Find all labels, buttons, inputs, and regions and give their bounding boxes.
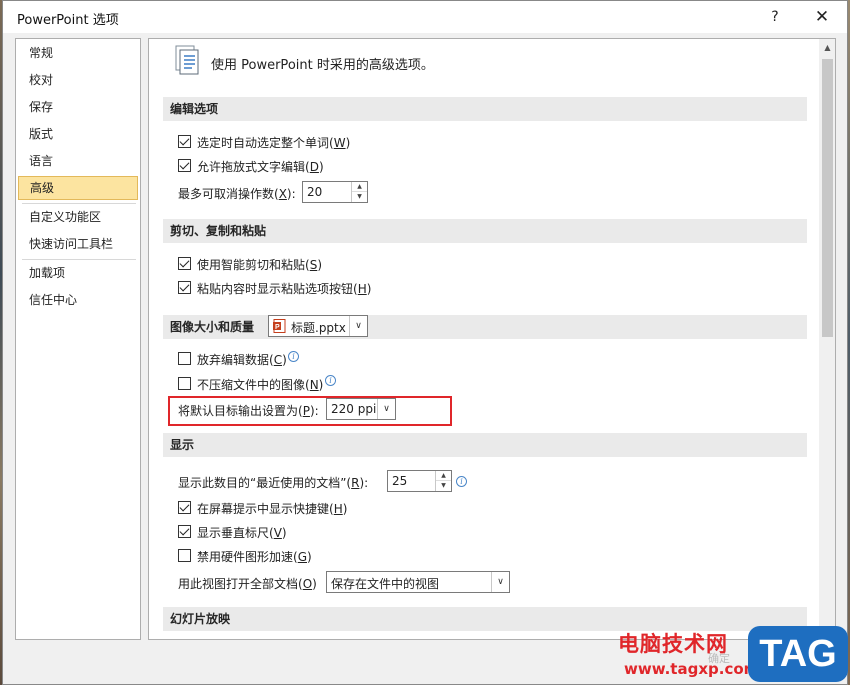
discard-edit-data-label: 放弃编辑数据(C) — [197, 353, 287, 367]
nav-item-proofing[interactable]: 校对 — [18, 68, 138, 92]
nav-item-general[interactable]: 常规 — [18, 41, 138, 65]
chevron-down-icon[interactable]: ∨ — [349, 316, 367, 336]
paste-options-button-label: 粘贴内容时显示粘贴选项按钮(H) — [197, 282, 372, 296]
category-nav: 常规 校对 保存 版式 语言 高级 自定义功能区 快速访问工具栏 加载项 信任中… — [15, 38, 141, 640]
watermark-site-name: 电脑技术网 — [618, 632, 728, 656]
scroll-thumb[interactable] — [822, 59, 833, 337]
recent-docs-count-label: 显示此数目的“最近使用的文档”(R): — [178, 476, 369, 490]
disable-hardware-acceleration-label: 禁用硬件图形加速(G) — [197, 550, 312, 564]
title-bar: PowerPoint 选项 ? ✕ — [3, 1, 847, 33]
open-view-select[interactable]: 保存在文件中的视图 ∨ — [326, 571, 510, 593]
smart-cut-paste-checkbox[interactable] — [178, 257, 191, 270]
section-display: 显示 — [163, 433, 807, 457]
show-shortcut-keys-label: 在屏幕提示中显示快捷键(H) — [197, 502, 348, 516]
spin-down-icon[interactable]: ▼ — [436, 481, 451, 491]
recent-docs-count-value[interactable]: 25 — [392, 474, 407, 488]
nav-item-customize-ribbon[interactable]: 自定义功能区 — [18, 205, 138, 229]
nav-item-layout[interactable]: 版式 — [18, 122, 138, 146]
disable-hardware-acceleration-checkbox[interactable] — [178, 549, 191, 562]
max-undo-value[interactable]: 20 — [307, 185, 322, 199]
close-button[interactable]: ✕ — [805, 4, 839, 30]
nav-item-trust-center[interactable]: 信任中心 — [18, 288, 138, 312]
powerpoint-options-dialog: PowerPoint 选项 ? ✕ 常规 校对 保存 版式 语言 高级 自定义功… — [2, 0, 848, 685]
pptx-file-icon: P — [273, 319, 286, 333]
help-button[interactable]: ? — [761, 5, 789, 29]
spin-down-icon[interactable]: ▼ — [352, 192, 367, 202]
nav-divider — [22, 259, 136, 260]
watermark-url: www.tagxp.com — [624, 660, 760, 678]
pane-header-text: 使用 PowerPoint 时采用的高级选项。 — [211, 58, 434, 73]
scroll-up-arrow-icon[interactable]: ▲ — [819, 39, 835, 56]
vertical-scrollbar[interactable]: ▲ — [819, 39, 835, 639]
nav-item-quick-access-toolbar[interactable]: 快速访问工具栏 — [18, 232, 138, 256]
spin-up-icon[interactable]: ▲ — [352, 182, 367, 192]
select-whole-word-checkbox[interactable] — [178, 135, 191, 148]
select-whole-word-label: 选定时自动选定整个单词(W) — [197, 136, 351, 150]
window-title: PowerPoint 选项 — [17, 13, 119, 28]
svg-text:P: P — [275, 324, 280, 331]
info-icon[interactable]: i — [325, 375, 336, 386]
open-view-label: 用此视图打开全部文档(O) — [178, 577, 317, 591]
paste-options-button-checkbox[interactable] — [178, 281, 191, 294]
nav-item-add-ins[interactable]: 加载项 — [18, 261, 138, 285]
highlight-annotation — [168, 396, 452, 426]
chevron-down-icon[interactable]: ∨ — [491, 572, 509, 592]
options-document-icon — [175, 45, 199, 75]
section-editing-options: 编辑选项 — [163, 97, 807, 121]
drag-drop-text-label: 允许拖放式文字编辑(D) — [197, 160, 324, 174]
max-undo-spinner[interactable]: 20 ▲ ▼ — [302, 181, 368, 203]
image-file-select[interactable]: P 标题.pptx ∨ — [268, 315, 368, 337]
vertical-ruler-label: 显示垂直标尺(V) — [197, 526, 287, 540]
nav-item-advanced[interactable]: 高级 — [18, 176, 138, 200]
spin-up-icon[interactable]: ▲ — [436, 471, 451, 481]
section-cut-copy-paste: 剪切、复制和粘贴 — [163, 219, 807, 243]
section-image-size-quality: 图像大小和质量 — [163, 315, 807, 339]
recent-docs-count-spinner[interactable]: 25 ▲ ▼ — [387, 470, 452, 492]
info-icon[interactable]: i — [288, 351, 299, 362]
advanced-options-pane: ▲ 使用 PowerPoint 时采用的高级选项。 编辑选项 选定时自动选定整个… — [148, 38, 836, 640]
vertical-ruler-checkbox[interactable] — [178, 525, 191, 538]
open-view-value: 保存在文件中的视图 — [331, 577, 440, 591]
nav-divider — [22, 203, 136, 204]
image-file-name: 标题.pptx — [291, 321, 346, 335]
watermark-tag-logo: TAG — [748, 626, 848, 682]
site-watermark: 电脑技术网 www.tagxp.com TAG — [610, 624, 850, 685]
drag-drop-text-checkbox[interactable] — [178, 159, 191, 172]
smart-cut-paste-label: 使用智能剪切和粘贴(S) — [197, 258, 322, 272]
no-compress-images-label: 不压缩文件中的图像(N) — [197, 378, 324, 392]
discard-edit-data-checkbox[interactable] — [178, 352, 191, 365]
nav-item-language[interactable]: 语言 — [18, 149, 138, 173]
show-shortcut-keys-checkbox[interactable] — [178, 501, 191, 514]
max-undo-label: 最多可取消操作数(X): — [178, 187, 296, 201]
nav-item-save[interactable]: 保存 — [18, 95, 138, 119]
info-icon[interactable]: i — [456, 476, 467, 487]
no-compress-images-checkbox[interactable] — [178, 377, 191, 390]
